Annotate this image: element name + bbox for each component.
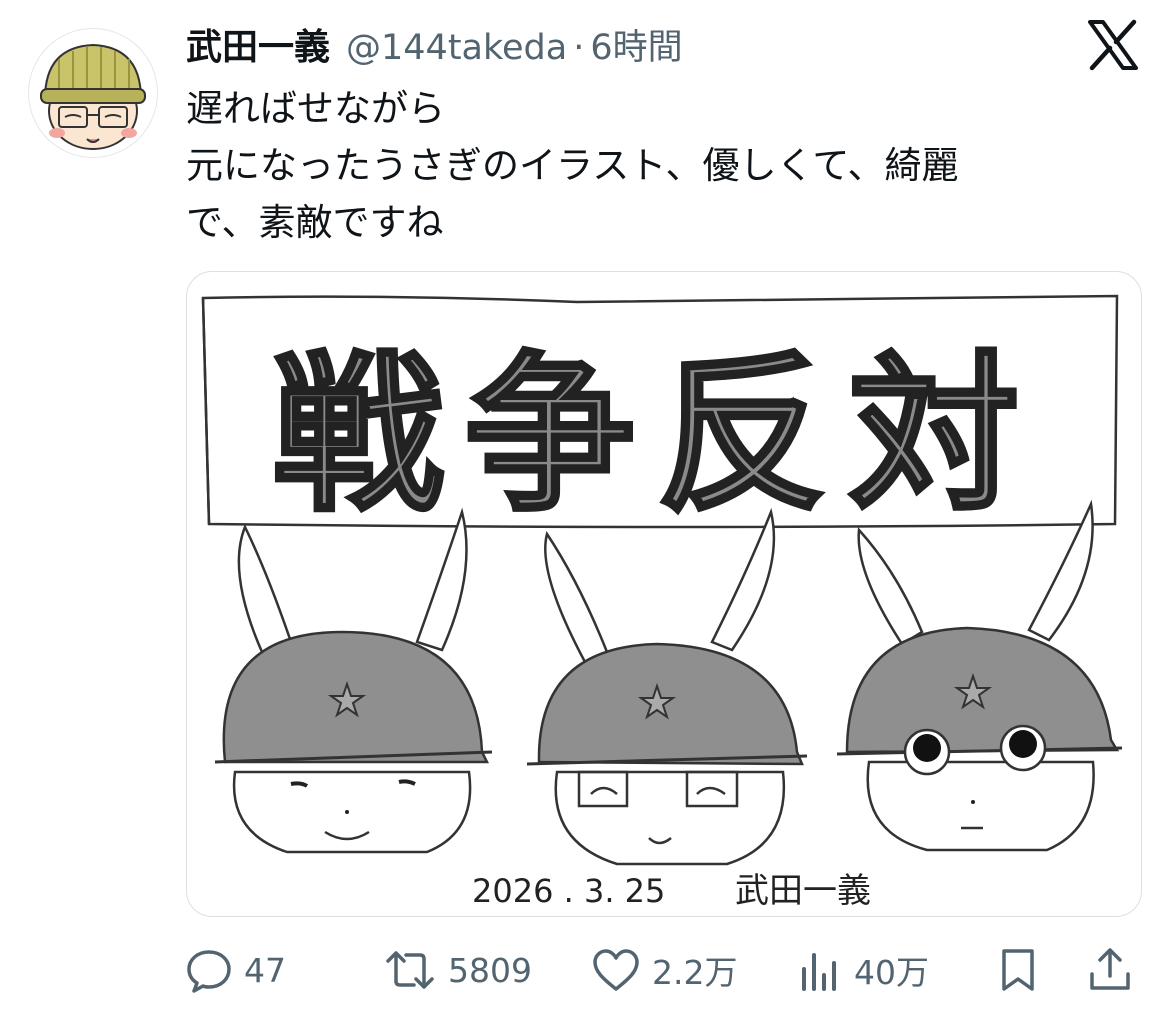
- like-icon: [593, 949, 639, 991]
- reply-button[interactable]: 47: [186, 940, 286, 1000]
- rabbit-soldier-3: [836, 499, 1123, 852]
- post-header: 武田一義 @144takeda · 6時間: [186, 18, 683, 68]
- bookmark-icon: [1002, 949, 1034, 991]
- views-icon: [802, 953, 836, 991]
- views-button[interactable]: 40万: [798, 940, 929, 1000]
- view-count: 40万: [854, 953, 929, 992]
- separator-dot: ·: [573, 28, 585, 68]
- post-image[interactable]: 戦争反対 2026 . 3. 25 武田一義: [186, 271, 1142, 917]
- reply-count: 47: [244, 950, 286, 990]
- bookmark-button[interactable]: [996, 940, 1040, 1000]
- share-button[interactable]: [1086, 940, 1134, 1000]
- post-text-line: 元になったうさぎのイラスト、優しくて、綺麗: [186, 144, 959, 187]
- action-bar: 47 5809 2.2万 40万: [186, 940, 1146, 1000]
- like-button[interactable]: 2.2万: [592, 940, 737, 1000]
- reply-icon: [187, 950, 231, 993]
- post-text: 遅ればせながら 元になったうさぎのイラスト、優しくて、綺麗 で、素敵ですね: [186, 80, 1146, 251]
- banner-text: 戦争反対: [273, 337, 1041, 535]
- rabbit-soldier-2: [526, 507, 808, 866]
- post-time[interactable]: 6時間: [590, 19, 682, 70]
- post-text-line: 遅ればせながら: [186, 87, 445, 130]
- x-logo-icon[interactable]: [1086, 18, 1140, 72]
- share-icon: [1090, 948, 1130, 990]
- author-avatar[interactable]: [28, 28, 158, 158]
- repost-count: 5809: [448, 950, 532, 990]
- repost-button[interactable]: 5809: [384, 940, 532, 1000]
- author-handle[interactable]: @144takeda: [346, 28, 567, 68]
- like-count: 2.2万: [652, 953, 738, 992]
- rabbit-soldier-1: [214, 507, 493, 854]
- post-text-line: で、素敵ですね: [186, 201, 444, 244]
- artist-signature: 武田一義: [735, 871, 871, 911]
- repost-icon: [386, 951, 434, 989]
- date-signature: 2026 . 3. 25: [472, 872, 665, 910]
- author-name[interactable]: 武田一義: [186, 18, 330, 70]
